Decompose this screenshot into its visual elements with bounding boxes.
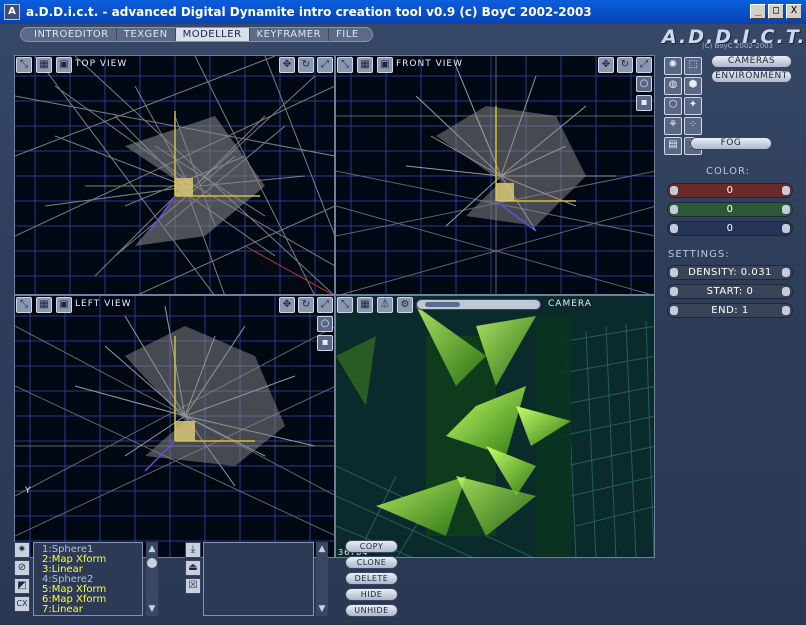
front-view-label: FRONT VIEW [396,59,464,69]
clone-button[interactable]: CLONE [345,556,398,569]
axis-y-label: Y [25,486,32,496]
secondary-list[interactable] [203,542,314,616]
scroll-down-icon[interactable]: ▼ [317,604,327,614]
rotate-icon[interactable]: ↻ [298,57,314,73]
maximize-view-icon[interactable]: ⤢ [636,57,652,73]
app-area: INTROEDITOR TEXGEN MODELLER KEYFRAMER FI… [0,24,806,625]
select-icon[interactable]: ⬚ [684,57,702,75]
cameras-button[interactable]: CAMERAS [711,55,792,68]
rotate-icon[interactable]: ↻ [298,297,314,313]
front-view-viewport[interactable]: ⤡ ▦ ▣ FRONT VIEW ✥ ↻ ⤢ ○ ▪ [335,55,655,295]
particle-icon[interactable]: ⁘ [684,117,702,135]
mesh-icon[interactable]: ⬡ [664,97,682,115]
sphere-icon[interactable]: ◍ [664,77,682,95]
tab-keyframer[interactable]: KEYFRAMER [250,28,330,41]
scroll-thumb[interactable] [147,558,157,568]
camera-render [336,296,654,557]
cx-button[interactable]: CX [14,596,30,612]
cube-icon[interactable]: ⬢ [684,77,702,95]
material-icon[interactable]: ⚘ [664,117,682,135]
environment-button[interactable]: ENVIRONMENT [711,70,792,83]
secondary-list-scrollbar[interactable]: ▲ ▼ [316,542,328,616]
left-view-grid [15,296,334,557]
scroll-up-icon[interactable]: ▲ [147,544,157,554]
start-slider[interactable]: START: 0 [667,284,793,299]
settings-icon[interactable]: ⚙ [397,297,413,313]
density-slider[interactable]: DENSITY: 0.031 [667,265,793,280]
title-bar: A a.D.D.i.c.t. - advanced Digital Dynami… [0,0,806,24]
settings-label: SETTINGS: [668,249,730,260]
color-label: COLOR: [706,166,750,177]
move-icon[interactable]: ✥ [598,57,614,73]
grid-icon[interactable]: ▦ [357,57,373,73]
rotate-icon[interactable]: ↻ [617,57,633,73]
delete-box-icon[interactable]: ☒ [185,578,201,594]
tab-introeditor[interactable]: INTROEDITOR [27,28,117,41]
circle-icon[interactable]: ○ [317,316,333,332]
tab-file[interactable]: FILE [329,28,366,41]
front-view-grid [336,56,654,294]
view-icon[interactable]: ▣ [56,297,72,313]
maximize-view-icon[interactable]: ⤢ [317,297,333,313]
eject-icon[interactable]: ⏏ [185,560,201,576]
light-icon[interactable]: ⏃ [377,297,393,313]
close-button[interactable]: X [786,4,802,19]
scene-icon[interactable]: ✺ [664,57,682,75]
color-blue-slider[interactable]: 0 [667,221,793,236]
copy-button[interactable]: COPY [345,540,398,553]
scroll-up-icon[interactable]: ▲ [317,544,327,554]
camera-slider-thumb[interactable] [425,302,460,307]
color-green-slider[interactable]: 0 [667,202,793,217]
grid-icon[interactable]: ▦ [36,297,52,313]
end-slider[interactable]: END: 1 [667,303,793,318]
maximize-button[interactable]: □ [768,4,784,19]
circle-icon[interactable]: ○ [636,76,652,92]
top-view-grid [15,56,334,294]
delete-button[interactable]: DELETE [345,572,398,585]
scroll-down-icon[interactable]: ▼ [147,604,157,614]
object-list-scrollbar[interactable]: ▲ ▼ [146,542,158,616]
window-title: a.D.D.i.c.t. - advanced Digital Dynamite… [26,5,592,19]
unhide-button[interactable]: UNHIDE [345,604,398,617]
minimize-button[interactable]: _ [750,4,766,19]
light-bulb-icon[interactable]: ✦ [684,97,702,115]
expand-icon[interactable]: ⤡ [337,57,353,73]
logo-subtitle: (C) BoyC 2002-2003 [702,42,774,50]
fog-button[interactable]: FOG [690,137,772,150]
list-item[interactable]: 7:Linear [42,605,142,615]
app-icon: A [4,4,20,20]
square-icon[interactable]: ▪ [636,95,652,111]
view-icon[interactable]: ▣ [56,57,72,73]
grid-icon[interactable]: ▦ [357,297,373,313]
save-icon[interactable]: ▤ [664,137,682,155]
grid-icon[interactable]: ▦ [36,57,52,73]
view-icon[interactable]: ▣ [377,57,393,73]
top-view-viewport[interactable]: ⤡ ▦ ▣ TOP VIEW ✥ ↻ ⤢ [14,55,335,295]
no-icon[interactable]: ⊘ [14,560,30,576]
camera-slider[interactable] [416,299,541,310]
move-icon[interactable]: ✥ [279,297,295,313]
object-list[interactable]: 1:Sphere1 2:Map Xform 3:Linear 4:Sphere2… [33,542,143,616]
square-icon[interactable]: ▪ [317,335,333,351]
maximize-view-icon[interactable]: ⤢ [317,57,333,73]
expand-icon[interactable]: ⤡ [16,57,32,73]
star-icon[interactable]: ✷ [14,542,30,558]
main-tabs: INTROEDITOR TEXGEN MODELLER KEYFRAMER FI… [20,27,373,42]
move-to-bottom-icon[interactable]: ⤓ [185,542,201,558]
expand-icon[interactable]: ⤡ [337,297,353,313]
camera-viewport[interactable]: ⤡ ▦ ⏃ ⚙ CAMERA 36784 [335,295,655,558]
expand-icon[interactable]: ⤡ [16,297,32,313]
hide-button[interactable]: HIDE [345,588,398,601]
top-view-label: TOP VIEW [75,59,128,69]
square-tool-icon[interactable]: ◩ [14,578,30,594]
color-red-slider[interactable]: 0 [667,183,793,198]
left-view-viewport[interactable]: ⤡ ▦ ▣ LEFT VIEW ✥ ↻ ⤢ ○ ▪ Y Z [14,295,335,558]
tab-texgen[interactable]: TEXGEN [117,28,176,41]
left-view-label: LEFT VIEW [75,299,132,309]
camera-label: CAMERA [548,299,592,309]
tab-modeller[interactable]: MODELLER [175,28,250,41]
move-icon[interactable]: ✥ [279,57,295,73]
